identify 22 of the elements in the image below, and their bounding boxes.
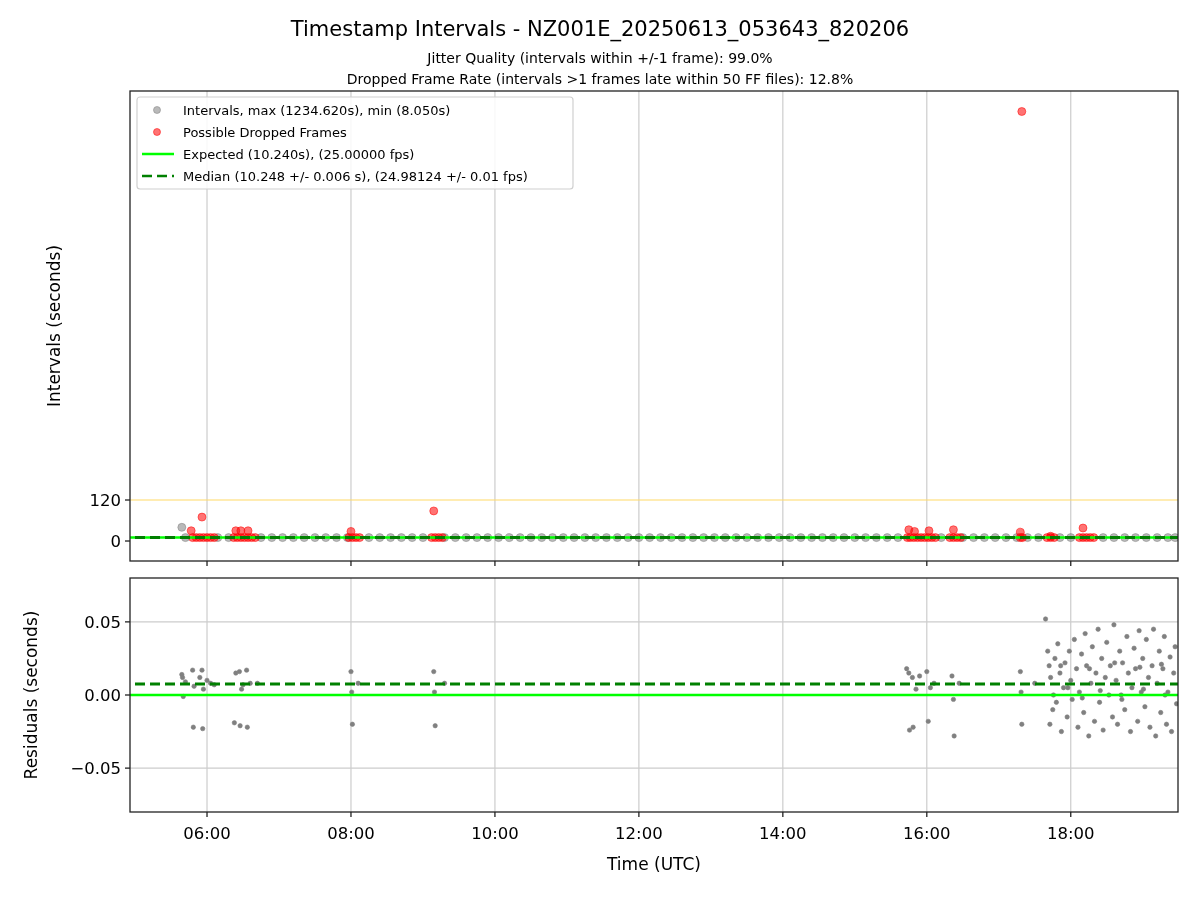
axis-label: Intervals (seconds) bbox=[44, 244, 64, 408]
chart-subtitle: Dropped Frame Rate (intervals >1 frames late within 50 FF files): 12.8% bbox=[346, 70, 854, 89]
legend-label: Intervals, max (1234.620s), min (8.050s) bbox=[183, 102, 451, 118]
tick-label: 08:00 bbox=[327, 824, 375, 843]
tick-label: 18:00 bbox=[1046, 824, 1095, 843]
axis-label: Time (UTC) bbox=[607, 854, 701, 874]
tick-label: −0.05 bbox=[70, 759, 121, 779]
axis-label: Residuals (seconds) bbox=[21, 610, 41, 780]
legend-label: Median (10.248 +/- 0.006 s), (24.98124 +/- 0.01 fps) bbox=[183, 168, 528, 184]
tick-label: 0.05 bbox=[84, 612, 121, 632]
tick-label: 12:00 bbox=[615, 824, 663, 843]
tick-label: 120 bbox=[89, 491, 121, 510]
tick-label: 10:00 bbox=[471, 824, 519, 843]
legend-label: Possible Dropped Frames bbox=[183, 124, 347, 140]
chart-subtitle: Jitter Quality (intervals within +/-1 frame): 99.0% bbox=[427, 49, 773, 68]
chart-title: Timestamp Intervals - NZ001E_20250613_053643_820206 bbox=[290, 16, 910, 42]
tick-label: 0 bbox=[110, 532, 121, 551]
tick-label: 06:00 bbox=[183, 824, 231, 843]
tick-label: 0.00 bbox=[84, 686, 121, 705]
tick-label: 14:00 bbox=[759, 824, 807, 843]
tick-label: 16:00 bbox=[903, 824, 951, 843]
legend-label: Expected (10.240s), (25.00000 fps) bbox=[183, 146, 415, 162]
